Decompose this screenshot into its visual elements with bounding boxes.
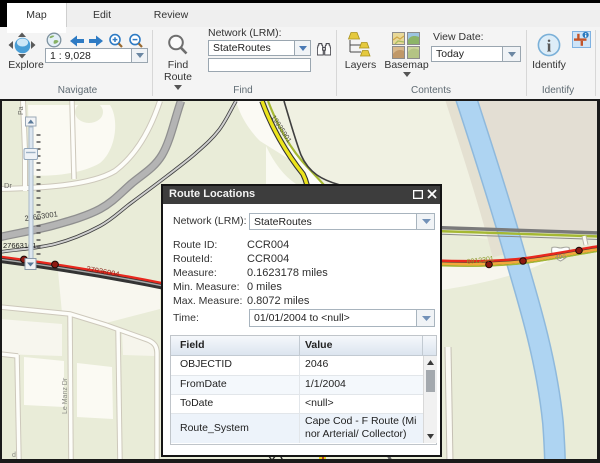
svg-text:d: d [12,452,16,459]
svg-text:Pa: Pa [18,106,25,115]
svg-text:490: 490 [555,254,566,261]
svg-text:Le Manz Dr: Le Manz Dr [62,377,69,414]
svg-text:i: i [547,37,552,56]
svg-text:Dr: Dr [4,181,12,190]
